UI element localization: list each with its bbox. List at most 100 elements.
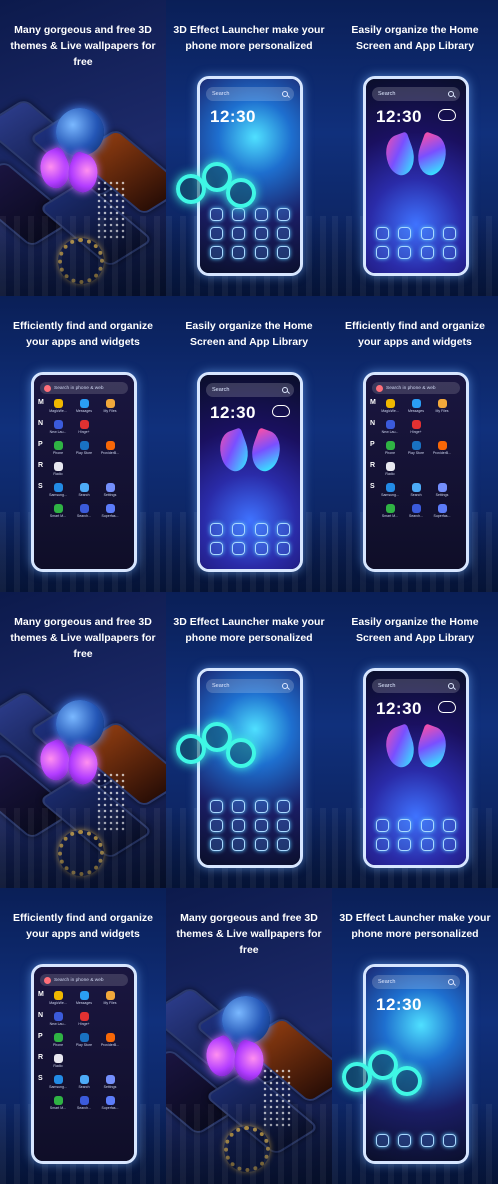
profile-icon[interactable]: [44, 976, 51, 984]
app-icon[interactable]: [420, 819, 434, 832]
app-entry[interactable]: Phone: [380, 441, 400, 455]
app-icon[interactable]: [209, 246, 223, 259]
app-entry[interactable]: Search: [74, 1075, 94, 1089]
app-entry[interactable]: Settings: [100, 1075, 120, 1089]
app-entry[interactable]: Phone: [48, 1033, 68, 1047]
app-icon[interactable]: [277, 246, 291, 259]
app-entry[interactable]: ProviderB...: [432, 441, 452, 455]
drawer-search-bar[interactable]: Search in phone & web: [40, 974, 128, 986]
profile-icon[interactable]: [376, 384, 383, 392]
app-entry[interactable]: Superfas...: [100, 504, 120, 518]
app-entry[interactable]: MagicWe...: [380, 399, 400, 413]
app-icon[interactable]: [232, 542, 246, 555]
app-icon[interactable]: [420, 227, 434, 240]
app-icon[interactable]: [209, 800, 223, 813]
app-icon[interactable]: [398, 246, 412, 259]
app-icon[interactable]: [277, 800, 291, 813]
app-icon[interactable]: [254, 838, 268, 851]
app-entry[interactable]: Search...: [74, 1096, 94, 1110]
app-entry[interactable]: Messages: [74, 991, 94, 1005]
app-entry[interactable]: Samsung...: [380, 483, 400, 497]
app-icon[interactable]: [254, 800, 268, 813]
app-icon[interactable]: [232, 838, 246, 851]
app-icon[interactable]: [420, 838, 434, 851]
app-icon[interactable]: [375, 227, 389, 240]
app-entry[interactable]: Superfas...: [100, 1096, 120, 1110]
app-icon[interactable]: [277, 523, 291, 536]
app-entry[interactable]: New Lau...: [48, 1012, 68, 1026]
app-entry[interactable]: Samsung...: [48, 1075, 68, 1089]
app-entry[interactable]: My Files: [100, 399, 120, 413]
app-icon[interactable]: [277, 838, 291, 851]
app-icon[interactable]: [254, 819, 268, 832]
app-entry[interactable]: Hinge+: [74, 420, 94, 434]
app-icon[interactable]: [209, 819, 223, 832]
app-entry[interactable]: Search...: [406, 504, 426, 518]
app-entry[interactable]: ProviderB...: [100, 1033, 120, 1047]
app-icon[interactable]: [209, 523, 223, 536]
app-icon[interactable]: [443, 819, 457, 832]
app-entry[interactable]: My Files: [100, 991, 120, 1005]
app-entry[interactable]: Search: [406, 483, 426, 497]
app-icon[interactable]: [209, 227, 223, 240]
app-icon[interactable]: [398, 227, 412, 240]
app-icon[interactable]: [254, 208, 268, 221]
app-entry[interactable]: MagicWe...: [48, 399, 68, 413]
app-entry[interactable]: Smart M...: [380, 504, 400, 518]
search-bar[interactable]: Search: [372, 679, 460, 693]
app-icon[interactable]: [254, 246, 268, 259]
app-entry[interactable]: Smart M...: [48, 1096, 68, 1110]
app-icon[interactable]: [277, 819, 291, 832]
app-icon[interactable]: [277, 227, 291, 240]
search-bar[interactable]: Search: [206, 383, 294, 397]
app-icon[interactable]: [232, 246, 246, 259]
app-icon[interactable]: [254, 227, 268, 240]
app-entry[interactable]: Messages: [74, 399, 94, 413]
app-entry[interactable]: New Lau...: [48, 420, 68, 434]
app-icon[interactable]: [443, 227, 457, 240]
app-entry[interactable]: Search: [74, 483, 94, 497]
drawer-search-bar[interactable]: Search in phone & web: [40, 382, 128, 394]
search-bar[interactable]: Search: [372, 87, 460, 101]
app-entry[interactable]: Hinge+: [74, 1012, 94, 1026]
app-entry[interactable]: Settings: [100, 483, 120, 497]
search-bar[interactable]: Search: [372, 975, 460, 989]
app-entry[interactable]: Messages: [406, 399, 426, 413]
app-entry[interactable]: Phone: [48, 441, 68, 455]
app-icon[interactable]: [420, 1134, 434, 1147]
app-entry[interactable]: Superfas...: [432, 504, 452, 518]
app-icon[interactable]: [277, 208, 291, 221]
app-icon[interactable]: [420, 246, 434, 259]
app-icon[interactable]: [375, 819, 389, 832]
app-entry[interactable]: My Files: [432, 399, 452, 413]
app-icon[interactable]: [375, 1134, 389, 1147]
profile-icon[interactable]: [44, 384, 51, 392]
app-entry[interactable]: Hinge+: [406, 420, 426, 434]
app-icon[interactable]: [443, 246, 457, 259]
app-icon[interactable]: [277, 542, 291, 555]
app-icon[interactable]: [443, 1134, 457, 1147]
app-entry[interactable]: Smart M...: [48, 504, 68, 518]
app-entry[interactable]: MagicWe...: [48, 991, 68, 1005]
app-icon[interactable]: [375, 838, 389, 851]
search-bar[interactable]: Search: [206, 87, 294, 101]
app-entry[interactable]: Play Store: [74, 441, 94, 455]
app-entry[interactable]: Search...: [74, 504, 94, 518]
drawer-search-bar[interactable]: Search in phone & web: [372, 382, 460, 394]
app-icon[interactable]: [232, 800, 246, 813]
app-icon[interactable]: [232, 819, 246, 832]
app-entry[interactable]: Settings: [432, 483, 452, 497]
search-bar[interactable]: Search: [206, 679, 294, 693]
app-icon[interactable]: [232, 227, 246, 240]
app-icon[interactable]: [398, 1134, 412, 1147]
app-entry[interactable]: Radio: [48, 462, 68, 476]
app-entry[interactable]: Samsung...: [48, 483, 68, 497]
app-icon[interactable]: [375, 246, 389, 259]
app-icon[interactable]: [209, 838, 223, 851]
app-entry[interactable]: ProviderB...: [100, 441, 120, 455]
app-entry[interactable]: Radio: [380, 462, 400, 476]
app-entry[interactable]: Radio: [48, 1054, 68, 1068]
app-icon[interactable]: [398, 819, 412, 832]
app-entry[interactable]: Play Store: [406, 441, 426, 455]
app-icon[interactable]: [209, 542, 223, 555]
